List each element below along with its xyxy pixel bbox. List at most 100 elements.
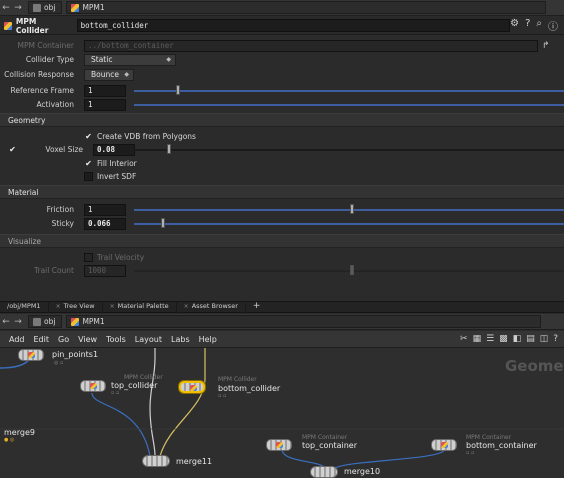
visualize-section-header[interactable]: Visualize — [0, 234, 564, 248]
fill-interior-checkbox[interactable]: ✔ — [84, 159, 93, 168]
material-section-header[interactable]: Material — [0, 185, 564, 199]
friction-slider-handle[interactable] — [350, 204, 354, 214]
back-arrow-icon[interactable]: ← — [0, 317, 12, 327]
mpm-container-field[interactable]: ../bottom_container — [84, 39, 538, 52]
close-icon[interactable]: × — [56, 303, 61, 310]
reference-frame-field[interactable]: 1 — [84, 84, 126, 97]
node-bottom-container[interactable] — [431, 439, 457, 451]
node-merge11[interactable] — [142, 455, 170, 467]
tools-icon[interactable]: ✂ — [460, 334, 468, 344]
mpm-node-icon — [71, 317, 80, 326]
node-body[interactable] — [266, 439, 292, 451]
node-label[interactable]: bottom_collider — [218, 384, 280, 393]
help-icon[interactable]: ? — [553, 334, 558, 344]
sticky-field[interactable]: 0.066 — [84, 217, 126, 230]
add-tab-plus-icon[interactable]: + — [246, 301, 268, 313]
node-label[interactable]: merge9 — [4, 428, 35, 437]
tab-material-palette[interactable]: × Material Palette — [103, 301, 177, 313]
info-icon[interactable]: ⓘ — [548, 18, 558, 33]
node-body[interactable] — [431, 439, 457, 451]
forward-arrow-icon[interactable]: → — [12, 317, 24, 327]
bookmark-icon[interactable]: ◫ — [540, 334, 549, 344]
node-label[interactable]: top_collider — [111, 381, 157, 390]
network-editor[interactable]: Geometr pin_points1 ◎ ▫ MPM Collider top… — [0, 348, 564, 478]
node-body-selected[interactable] — [179, 381, 205, 393]
reference-frame-slider-track[interactable] — [134, 90, 564, 92]
search-icon[interactable]: ⌕ — [536, 18, 542, 33]
tab-tree-view[interactable]: × Tree View — [49, 301, 103, 313]
path-crumb-node[interactable]: MPM1 — [66, 1, 547, 14]
node-body[interactable] — [80, 380, 106, 392]
jump-to-icon[interactable]: ↱ — [542, 41, 550, 51]
node-body[interactable] — [18, 349, 44, 361]
node-label[interactable]: bottom_container — [466, 441, 537, 450]
collision-response-value: Bounce — [91, 69, 119, 79]
layout-icon[interactable]: ▤ — [526, 334, 535, 344]
friction-field[interactable]: 1 — [84, 203, 126, 216]
list-icon[interactable]: ☰ — [486, 334, 494, 344]
net-crumb-obj[interactable]: obj — [28, 315, 63, 328]
menu-go[interactable]: Go — [58, 335, 69, 344]
trail-velocity-label: Trail Velocity — [97, 253, 145, 262]
voxel-size-label: Voxel Size — [45, 145, 83, 154]
geometry-section-header[interactable]: Geometry — [0, 113, 564, 127]
invert-sdf-row: Invert SDF — [0, 169, 564, 184]
shapes-icon[interactable]: ◧ — [513, 334, 522, 344]
node-type-label: MPM Collider — [4, 17, 71, 35]
node-badge-icon — [276, 442, 283, 448]
forward-arrow-icon[interactable]: → — [12, 3, 24, 13]
collision-response-menu[interactable]: Bounce ◆ — [84, 68, 134, 81]
voxel-size-field[interactable]: 0.08 — [93, 143, 135, 156]
menu-labs[interactable]: Labs — [171, 335, 190, 344]
menu-view[interactable]: View — [78, 335, 97, 344]
node-pin-points1[interactable] — [18, 349, 44, 361]
voxel-size-slider-handle[interactable] — [167, 144, 171, 154]
path-crumb-node-label: MPM1 — [82, 3, 105, 12]
friction-slider-track[interactable] — [134, 209, 564, 211]
node-body[interactable] — [142, 455, 170, 467]
node-label[interactable]: top_container — [302, 441, 357, 450]
activation-field[interactable]: 1 — [84, 98, 126, 111]
voxel-size-slider-track[interactable] — [134, 149, 564, 151]
tab-network[interactable]: /obj/MPM1 — [0, 301, 49, 313]
sticky-slider-handle[interactable] — [161, 218, 165, 228]
sticky-slider-track[interactable] — [134, 223, 564, 225]
obj-context-icon — [33, 3, 41, 12]
trail-count-slider-track[interactable] — [134, 270, 564, 272]
node-name-field[interactable]: bottom_collider — [76, 19, 511, 32]
activation-slider-track[interactable] — [134, 104, 564, 106]
close-icon[interactable]: × — [110, 303, 115, 310]
menu-tools[interactable]: Tools — [106, 335, 126, 344]
reference-frame-slider-handle[interactable] — [176, 85, 180, 95]
gear-icon[interactable]: ⚙ — [510, 18, 519, 33]
tab-asset-browser[interactable]: × Asset Browser — [177, 301, 246, 313]
menu-edit[interactable]: Edit — [34, 335, 50, 344]
tab-material-palette-label: Material Palette — [117, 302, 169, 310]
create-vdb-checkbox[interactable]: ✔ — [84, 132, 93, 141]
node-body[interactable] — [310, 466, 338, 478]
close-icon[interactable]: × — [184, 303, 189, 310]
back-arrow-icon[interactable]: ← — [0, 3, 12, 13]
menu-layout[interactable]: Layout — [135, 335, 162, 344]
node-top-container[interactable] — [266, 439, 292, 451]
voxel-size-toggle-checkbox[interactable]: ✔ — [8, 145, 17, 154]
trail-velocity-checkbox[interactable] — [84, 253, 93, 262]
node-label[interactable]: pin_points1 — [52, 350, 98, 359]
path-crumb-obj[interactable]: obj — [28, 1, 63, 14]
help-icon[interactable]: ? — [525, 18, 530, 33]
trail-count-slider-handle[interactable] — [350, 265, 354, 275]
node-top-collider[interactable] — [80, 380, 106, 392]
node-label[interactable]: merge10 — [344, 467, 380, 476]
node-bottom-collider[interactable] — [179, 381, 205, 393]
invert-sdf-checkbox[interactable] — [84, 172, 93, 181]
collider-type-menu[interactable]: Static ◆ — [84, 53, 176, 66]
menu-help[interactable]: Help — [199, 335, 217, 344]
node-label[interactable]: merge11 — [176, 457, 212, 466]
trail-count-field[interactable]: 1000 — [84, 264, 126, 277]
net-crumb-node[interactable]: MPM1 — [66, 315, 542, 328]
color-palette-icon[interactable]: ▩ — [499, 334, 508, 344]
menu-add[interactable]: Add — [9, 335, 25, 344]
node-merge10[interactable] — [310, 466, 338, 478]
grid-icon[interactable]: ▦ — [473, 334, 482, 344]
collider-type-label: Collider Type — [25, 55, 74, 64]
